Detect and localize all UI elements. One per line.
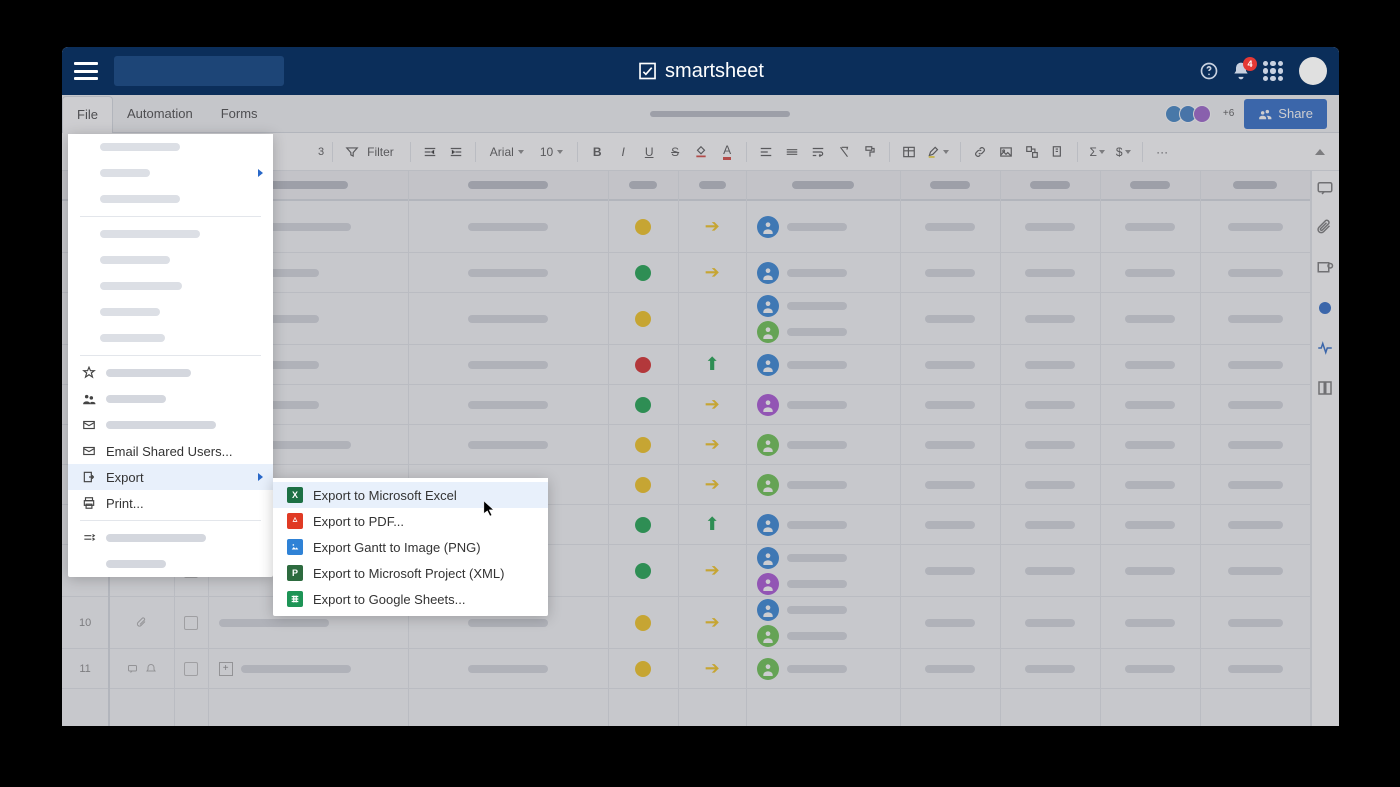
export-sheets[interactable]: Export to Google Sheets... (273, 586, 548, 612)
clear-format-icon[interactable] (833, 140, 855, 164)
fill-color-icon[interactable] (690, 140, 712, 164)
search-input[interactable] (114, 56, 284, 86)
file-menu-settings[interactable] (68, 525, 273, 551)
indent-out-icon[interactable] (419, 140, 441, 164)
notification-badge: 4 (1243, 57, 1257, 71)
attachments-icon[interactable] (1316, 219, 1334, 237)
currency-icon[interactable]: $ (1112, 140, 1134, 164)
menu-tabs: File Automation Forms +6 Share (62, 95, 1339, 133)
file-menu-item[interactable] (68, 551, 273, 577)
share-button[interactable]: Share (1244, 99, 1327, 129)
filter-label[interactable]: Filter (367, 145, 394, 159)
sum-icon[interactable]: Σ (1086, 140, 1108, 164)
bold-icon[interactable]: B (586, 140, 608, 164)
tab-file[interactable]: File (62, 96, 113, 133)
link-icon[interactable] (969, 140, 991, 164)
proofs-dock-icon[interactable] (1316, 259, 1334, 277)
proof-icon[interactable] (1047, 140, 1069, 164)
publish-icon[interactable] (1316, 299, 1334, 317)
export-project[interactable]: PExport to Microsoft Project (XML) (273, 560, 548, 586)
export-submenu: XExport to Microsoft Excel Export to PDF… (273, 478, 548, 616)
font-select[interactable]: Arial (484, 145, 530, 159)
brand-logo: smartsheet (637, 60, 764, 83)
conversations-icon[interactable] (1316, 179, 1334, 197)
file-menu-item[interactable] (68, 186, 273, 212)
help-icon[interactable] (1199, 61, 1219, 81)
file-menu-export[interactable]: Export (68, 464, 273, 490)
collaborator-count: +6 (1223, 108, 1234, 119)
conditional-format-icon[interactable] (898, 140, 920, 164)
file-menu-item[interactable] (68, 273, 273, 299)
italic-icon[interactable]: I (612, 140, 634, 164)
collaborator-faces[interactable] (1169, 105, 1211, 123)
user-avatar[interactable] (1299, 57, 1327, 85)
file-menu-email-shared[interactable]: Email Shared Users... (68, 438, 273, 464)
export-pdf[interactable]: Export to PDF... (273, 508, 548, 534)
align-vert-icon[interactable] (781, 140, 803, 164)
indent-in-icon[interactable] (445, 140, 467, 164)
strike-icon[interactable]: S (664, 140, 686, 164)
tab-forms[interactable]: Forms (207, 95, 272, 132)
export-png[interactable]: Export Gantt to Image (PNG) (273, 534, 548, 560)
file-menu-item[interactable] (68, 325, 273, 351)
filter-icon[interactable] (341, 140, 363, 164)
brandfolder-icon[interactable] (1316, 379, 1334, 397)
wrap-icon[interactable] (807, 140, 829, 164)
align-left-icon[interactable] (755, 140, 777, 164)
text-color-icon[interactable]: A (716, 140, 738, 164)
notifications-icon[interactable]: 4 (1231, 61, 1251, 81)
file-menu: Email Shared Users... Export Print... (68, 134, 273, 577)
file-menu-share[interactable] (68, 386, 273, 412)
right-dock (1311, 171, 1339, 726)
cell-link-icon[interactable] (1021, 140, 1043, 164)
menu-icon[interactable] (74, 62, 98, 80)
activity-log-icon[interactable] (1316, 339, 1334, 357)
file-menu-item[interactable] (68, 160, 273, 186)
more-icon[interactable]: ··· (1151, 140, 1173, 164)
file-menu-print[interactable]: Print... (68, 490, 273, 516)
font-size-select[interactable]: 10 (534, 145, 569, 159)
underline-icon[interactable]: U (638, 140, 660, 164)
collapse-toolbar-icon[interactable] (1315, 149, 1325, 155)
export-excel[interactable]: XExport to Microsoft Excel (273, 482, 548, 508)
app-header: smartsheet 4 (62, 47, 1339, 95)
mouse-cursor (483, 500, 497, 518)
format-paint-icon[interactable] (859, 140, 881, 164)
file-menu-email[interactable] (68, 412, 273, 438)
file-menu-item[interactable] (68, 299, 273, 325)
apps-icon[interactable] (1263, 61, 1283, 81)
file-menu-item[interactable] (68, 221, 273, 247)
brand-text: smartsheet (665, 60, 764, 83)
highlight-icon[interactable] (924, 140, 952, 164)
file-menu-item[interactable] (68, 247, 273, 273)
file-menu-favorite[interactable] (68, 360, 273, 386)
file-menu-item[interactable] (68, 134, 273, 160)
tab-automation[interactable]: Automation (113, 95, 207, 132)
image-icon[interactable] (995, 140, 1017, 164)
